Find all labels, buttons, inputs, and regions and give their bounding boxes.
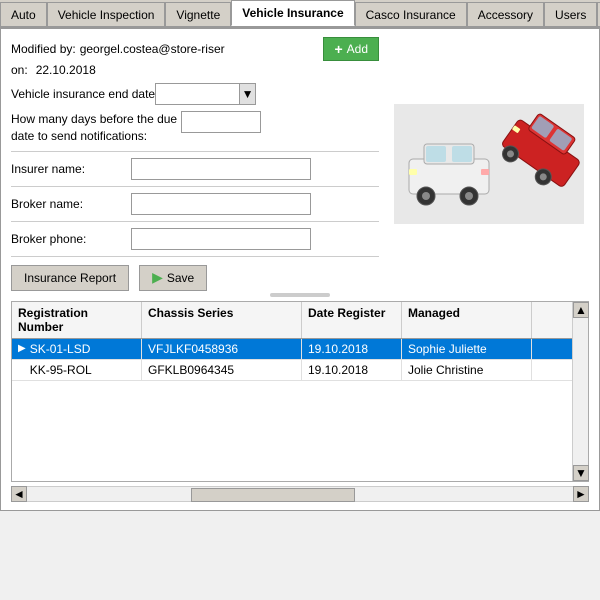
dropdown-icon: ▼	[242, 87, 254, 101]
buttons-row: Insurance Report ▶ Save	[11, 265, 379, 291]
scroll-left-icon: ◄	[13, 487, 25, 501]
tab-users[interactable]: Users	[544, 2, 597, 26]
days-before-label-text: How many days before the due date to sen…	[11, 112, 177, 143]
broker-phone-row: Broker phone: 1	[11, 228, 379, 250]
table-vertical-scrollbar[interactable]: ▲ ▼	[572, 302, 588, 481]
scroll-down-icon: ▼	[575, 466, 587, 480]
on-row: on: 22.10.2018	[11, 63, 379, 77]
form-left: Modified by: georgel.costea@store-riser …	[11, 37, 379, 291]
section-divider-4	[11, 256, 379, 257]
scroll-right-icon: ►	[575, 487, 587, 501]
days-before-input[interactable]: 1	[181, 111, 261, 133]
cell-managed-2: Jolie Christine	[402, 360, 532, 380]
scroll-left-button[interactable]: ◄	[11, 486, 27, 502]
cell-reg-2: ▶ KK-95-ROL	[12, 360, 142, 380]
cell-date-1: 19.10.2018	[302, 339, 402, 359]
table-section: Registration Number Chassis Series Date …	[11, 301, 589, 482]
table-body: ▶ SK-01-LSD VFJLKF0458936 19.10.2018 Sop…	[12, 339, 572, 481]
modified-by-value: georgel.costea@store-riser	[80, 42, 320, 56]
tab-auto[interactable]: Auto	[0, 2, 47, 26]
car-illustration	[394, 104, 584, 224]
section-divider-1	[11, 151, 379, 152]
broker-name-row: Broker name: 1	[11, 193, 379, 215]
scroll-up-icon: ▲	[575, 303, 587, 317]
col-header-chassis: Chassis Series	[142, 302, 302, 338]
tab-vignette[interactable]: Vignette	[165, 2, 231, 26]
col-header-date: Date Register	[302, 302, 402, 338]
add-button[interactable]: + Add	[323, 37, 379, 61]
table-row[interactable]: ▶ SK-01-LSD VFJLKF0458936 19.10.2018 Sop…	[12, 339, 572, 360]
cell-date-2: 19.10.2018	[302, 360, 402, 380]
cell-reg-1: ▶ SK-01-LSD	[12, 339, 142, 359]
insurance-report-button[interactable]: Insurance Report	[11, 265, 129, 291]
cell-managed-1: Sophie Juliette	[402, 339, 532, 359]
scroll-down-button[interactable]: ▼	[573, 465, 589, 481]
scroll-vert-track[interactable]	[573, 318, 588, 465]
table-header: Registration Number Chassis Series Date …	[12, 302, 572, 339]
scroll-up-button[interactable]: ▲	[573, 302, 589, 318]
form-area: Modified by: georgel.costea@store-riser …	[11, 37, 589, 291]
modified-by-label: Modified by:	[11, 42, 76, 56]
insurer-name-input[interactable]: 1	[131, 158, 311, 180]
insurance-end-date-row: Vehicle insurance end date 01.10.2018 ▼	[11, 83, 379, 105]
save-button[interactable]: ▶ Save	[139, 265, 207, 291]
tab-bar: Auto Vehicle Inspection Vignette Vehicle…	[0, 0, 600, 28]
scroll-right-button[interactable]: ►	[573, 486, 589, 502]
section-divider-3	[11, 221, 379, 222]
modified-by-row: Modified by: georgel.costea@store-riser …	[11, 37, 379, 61]
save-icon: ▶	[152, 269, 163, 286]
scroll-thumb[interactable]	[191, 488, 355, 502]
add-label: Add	[347, 42, 368, 56]
broker-name-label: Broker name:	[11, 197, 131, 211]
main-content: Modified by: georgel.costea@store-riser …	[0, 28, 600, 511]
days-before-row: How many days before the due date to sen…	[11, 111, 379, 145]
broker-phone-input[interactable]: 1	[131, 228, 311, 250]
insurer-name-row: Insurer name: 1	[11, 158, 379, 180]
row-indicator-1: ▶	[18, 343, 26, 354]
cell-chassis-2: GFKLB0964345	[142, 360, 302, 380]
car-image-area	[389, 37, 589, 291]
col-header-managed: Managed	[402, 302, 532, 338]
table-row[interactable]: ▶ KK-95-ROL GFKLB0964345 19.10.2018 Joli…	[12, 360, 572, 381]
add-icon: +	[334, 41, 342, 57]
insurance-end-date-input[interactable]: 01.10.2018	[155, 83, 240, 105]
col-header-registration: Registration Number	[12, 302, 142, 338]
section-divider-2	[11, 186, 379, 187]
insurer-name-label: Insurer name:	[11, 162, 131, 176]
insurance-end-date-field: 01.10.2018 ▼	[155, 83, 256, 105]
table-inner: Registration Number Chassis Series Date …	[12, 302, 588, 481]
on-label: on:	[11, 63, 28, 77]
scroll-track[interactable]	[27, 486, 573, 502]
on-value: 22.10.2018	[36, 63, 96, 77]
save-label: Save	[167, 271, 194, 285]
tab-casco-insurance[interactable]: Casco Insurance	[355, 2, 467, 26]
horizontal-scrollbar[interactable]: ◄ ►	[11, 486, 589, 502]
days-before-label: How many days before the due date to sen…	[11, 111, 181, 145]
tab-accessory[interactable]: Accessory	[467, 2, 544, 26]
empty-rows-area	[12, 381, 572, 481]
tab-vehicle-inspection[interactable]: Vehicle Inspection	[47, 2, 166, 26]
cell-chassis-1: VFJLKF0458936	[142, 339, 302, 359]
resize-handle	[11, 293, 589, 297]
date-dropdown-btn[interactable]: ▼	[240, 83, 256, 105]
insurance-end-date-label: Vehicle insurance end date	[11, 87, 155, 101]
broker-phone-label: Broker phone:	[11, 232, 131, 246]
broker-name-input[interactable]: 1	[131, 193, 311, 215]
tab-vehicle-insurance[interactable]: Vehicle Insurance	[231, 0, 354, 26]
